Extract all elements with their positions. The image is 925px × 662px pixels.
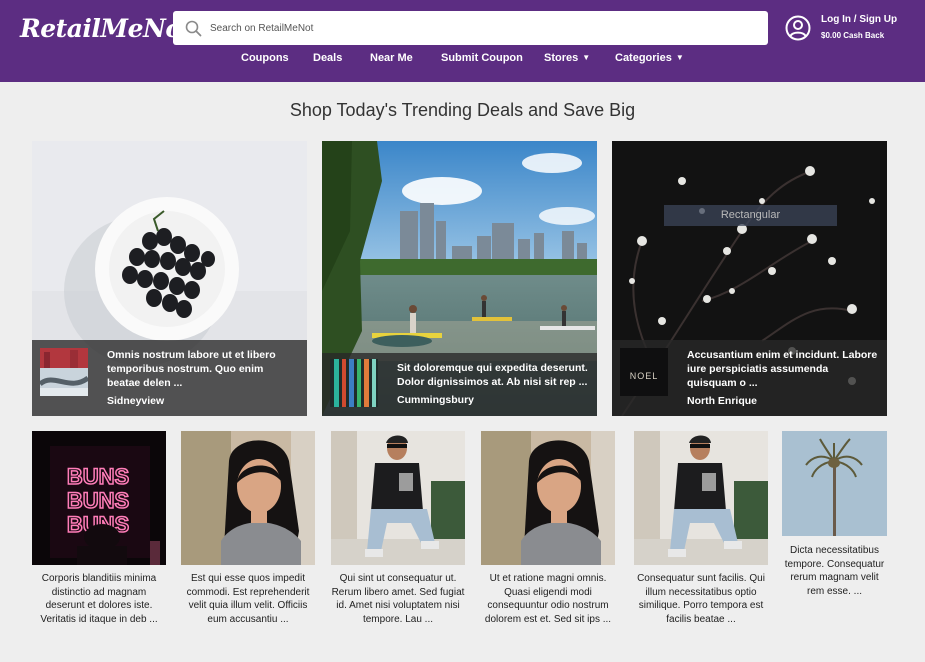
deal-description: Ut et ratione magni omnis. Quasi eligend… bbox=[484, 573, 612, 625]
nav-categories[interactable]: Categories ▼ bbox=[615, 52, 684, 64]
featured-deal-card[interactable]: Rectangular NOEL Accusantium enim et inc… bbox=[612, 141, 887, 416]
search-input[interactable] bbox=[210, 22, 750, 34]
search-icon bbox=[185, 20, 202, 36]
winter-road-thumbnail bbox=[40, 348, 88, 396]
retailmenot-logo[interactable]: RetailMeNot bbox=[20, 14, 193, 43]
user-account-icon[interactable] bbox=[785, 15, 811, 41]
neon-sign-text: BUNS bbox=[67, 464, 129, 489]
palm-tree-image bbox=[782, 431, 887, 536]
nav-label: Near Me bbox=[370, 52, 413, 64]
login-signup-link[interactable]: Log In / Sign Up bbox=[821, 13, 897, 26]
account-menu[interactable]: Log In / Sign Up $0.00 Cash Back bbox=[785, 13, 897, 42]
deal-title[interactable]: Omnis nostrum labore ut et libero tempor… bbox=[107, 348, 299, 390]
noel-sign-thumbnail: NOEL bbox=[620, 348, 668, 396]
card-caption-overlay: Sit doloremque qui expedita deserunt. Do… bbox=[322, 353, 597, 416]
main-nav: Coupons Deals Near Me Submit Coupon Stor… bbox=[0, 52, 925, 70]
man-sitting-image bbox=[634, 431, 768, 565]
deal-description: Qui sint ut consequatur ut. Rerum libero… bbox=[331, 573, 465, 625]
nav-stores[interactable]: Stores ▼ bbox=[544, 52, 590, 64]
featured-deal-card[interactable]: Omnis nostrum labore ut et libero tempor… bbox=[32, 141, 307, 416]
man-sitting-image bbox=[331, 431, 465, 565]
nav-label: Categories bbox=[615, 52, 672, 64]
deal-description: Est qui esse quos impedit commodi. Est r… bbox=[186, 573, 310, 625]
page-title: Shop Today's Trending Deals and Save Big bbox=[289, 100, 636, 120]
deal-location: Cummingsbury bbox=[397, 394, 475, 406]
top-header: RetailMeNot Log In / Sign Up $0.00 Cash … bbox=[0, 0, 925, 82]
nav-near-me[interactable]: Near Me bbox=[370, 52, 413, 64]
card-caption-overlay: NOEL Accusantium enim et incidunt. Labor… bbox=[612, 340, 887, 416]
deal-location: Sidneyview bbox=[107, 395, 165, 407]
deal-description: Corporis blanditiis minima distinctio ad… bbox=[40, 573, 158, 625]
neon-sign-image: BUNS BUNS BUNS bbox=[32, 431, 166, 565]
neon-sign-text: BUNS bbox=[67, 488, 129, 513]
card-caption-overlay: Omnis nostrum labore ut et libero tempor… bbox=[32, 340, 307, 416]
chevron-down-icon: ▼ bbox=[675, 53, 684, 62]
smiling-woman-image bbox=[481, 431, 615, 565]
cash-back-balance[interactable]: $0.00 Cash Back bbox=[821, 29, 897, 42]
nav-label: Deals bbox=[313, 52, 343, 64]
deal-description: Dicta necessitatibus tempore. Consequatu… bbox=[784, 545, 885, 597]
deal-location: North Enrique bbox=[687, 395, 757, 407]
search-bar[interactable] bbox=[173, 11, 768, 45]
nav-label: Coupons bbox=[241, 52, 289, 64]
deal-description: Consequatur sunt facilis. Qui illum nece… bbox=[637, 573, 765, 625]
smiling-woman-image bbox=[181, 431, 315, 565]
account-text: Log In / Sign Up $0.00 Cash Back bbox=[821, 13, 897, 42]
noel-sign-text: NOEL bbox=[630, 371, 659, 381]
featured-deal-card[interactable]: Sit doloremque qui expedita deserunt. Do… bbox=[322, 141, 597, 416]
nav-submit-coupon[interactable]: Submit Coupon bbox=[441, 52, 523, 64]
colorful-rods-thumbnail bbox=[330, 359, 378, 407]
nav-deals[interactable]: Deals bbox=[313, 52, 342, 64]
nav-label: Stores bbox=[544, 52, 579, 64]
deal-title[interactable]: Sit doloremque qui expedita deserunt. Do… bbox=[397, 361, 589, 389]
rectangular-tag: Rectangular bbox=[664, 205, 837, 226]
nav-label: Submit Coupon bbox=[441, 52, 523, 64]
nav-coupons[interactable]: Coupons bbox=[241, 52, 289, 64]
chevron-down-icon: ▼ bbox=[582, 53, 591, 62]
deal-title[interactable]: Accusantium enim et incidunt. Labore iur… bbox=[687, 348, 879, 390]
